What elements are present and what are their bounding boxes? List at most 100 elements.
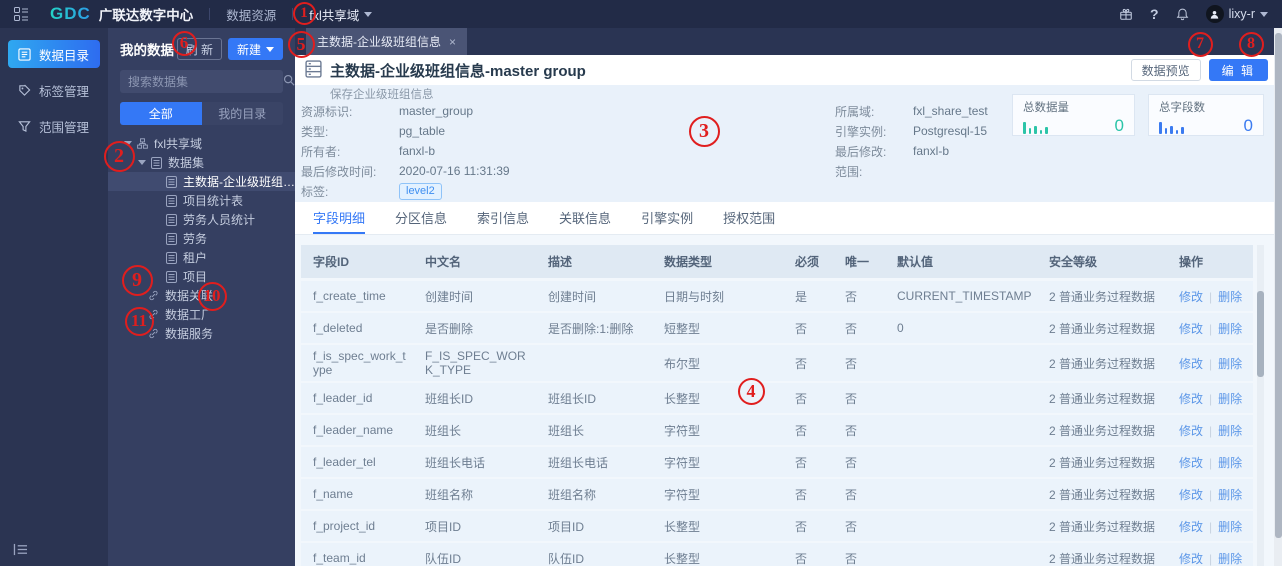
help-icon[interactable]: ? [1150,6,1159,22]
table-scrollbar[interactable] [1257,245,1264,566]
table-scrollbar-thumb[interactable] [1257,291,1264,377]
modify-link[interactable]: 修改 [1179,322,1203,336]
table-cell: 短整型 [664,321,701,336]
tab-item[interactable]: 索引信息 [477,202,529,234]
metadata-label: 最后修改时间: [301,164,377,179]
modify-link[interactable]: 修改 [1179,456,1203,470]
delete-link[interactable]: 删除 [1218,290,1242,304]
tab-item[interactable]: 引擎实例 [641,202,693,234]
tree-item-dataset[interactable]: 租户 [120,248,283,267]
modify-link[interactable]: 修改 [1179,392,1203,406]
domain-selector[interactable]: fxl共享域 [309,5,373,24]
modify-link[interactable]: 修改 [1179,290,1203,304]
sidebar-item-tag-management[interactable]: 标签管理 [8,76,100,104]
table-cell: 2 普通业务过程数据 [1049,356,1156,371]
table-cell: f_team_id [313,551,366,565]
gift-icon[interactable] [1119,7,1133,21]
delete-link[interactable]: 删除 [1218,456,1242,470]
modify-link[interactable]: 修改 [1179,552,1203,566]
dataset-icon [166,213,177,226]
tab-item[interactable]: 关联信息 [559,202,611,234]
bell-icon[interactable] [1176,7,1189,21]
filter-mine-tab[interactable]: 我的目录 [201,102,283,125]
metadata-label: 最后修改: [835,144,887,159]
table-cell: 否 [795,551,808,566]
stat-label: 总字段数 [1159,102,1205,114]
modify-link[interactable]: 修改 [1179,424,1203,438]
delete-link[interactable]: 删除 [1218,392,1242,406]
table-cell-actions: 修改 | 删除 [1167,546,1253,566]
table-cell: 否 [795,455,808,470]
dataset-search[interactable] [120,70,295,93]
edit-button[interactable]: 编 辑 [1208,59,1268,81]
table-cell [885,522,1037,530]
link-divider: | [1209,289,1213,304]
page-scrollbar-thumb[interactable] [1274,33,1282,538]
table-cell: 班组名称 [548,487,597,502]
metadata-label: 资源标识: [301,104,353,119]
search-input[interactable] [128,74,283,89]
tab-active[interactable]: 字段明细 [313,202,366,234]
delete-link[interactable]: 删除 [1218,520,1242,534]
sidebar-item-data-catalog[interactable]: 数据目录 [8,40,100,68]
tree-item-dataset[interactable]: 主数据-企业级班组信息 [108,172,295,191]
create-button[interactable]: 新建 [227,38,283,60]
modify-link[interactable]: 修改 [1179,520,1203,534]
modify-link[interactable]: 修改 [1179,488,1203,502]
data-preview-button[interactable]: 数据预览 [1130,59,1201,81]
table-cell: f_create_time [313,289,386,303]
table-cell [536,359,652,367]
tree-item-dataset[interactable]: 劳务人员统计 [120,210,283,229]
table-cell: 2 普通业务过程数据 [1049,487,1156,502]
sidebar-item-scope-management[interactable]: 范围管理 [8,112,100,140]
tree-item-dataset[interactable]: 项目统计表 [120,191,283,210]
tab-item[interactable]: 分区信息 [395,202,447,234]
table-cell: 班组长 [425,423,462,438]
table-cell: 2 普通业务过程数据 [1049,551,1156,566]
table-cell-actions: 修改 | 删除 [1167,418,1253,443]
close-icon[interactable]: × [449,35,456,49]
document-tab[interactable]: 主数据-企业级班组信息 × [306,28,468,55]
link-divider: | [1209,321,1213,336]
delete-link[interactable]: 删除 [1218,424,1242,438]
table-cell [885,359,1037,367]
table-row: f_name 班组名称 班组名称 字符型 否 否 2 普通业务过程数据 修改 | 删除 [301,479,1253,509]
table-cell-actions: 修改 | 删除 [1167,514,1253,539]
delete-link[interactable]: 删除 [1218,488,1242,502]
metadata-value: fanxl-b [399,144,436,158]
modify-link[interactable]: 修改 [1179,357,1203,371]
tag-chip[interactable]: level2 [399,182,442,200]
tree-item-dataset-group[interactable]: 数据集 [120,153,283,172]
dataset-icon [166,194,177,207]
dataset-icon [166,175,177,188]
table-cell: 否 [845,455,858,470]
filter-all-tab[interactable]: 全部 [120,102,202,125]
tree-item-domain-root[interactable]: fxl共享域 [120,134,283,153]
tab-item[interactable]: 授权范围 [723,202,775,234]
caret-down-icon[interactable] [138,160,146,165]
column-header: 安全等级 [1049,255,1098,269]
table-cell: 队伍ID [425,551,462,566]
apps-grid-icon[interactable] [14,7,28,21]
annotation-circle-3: 3 [688,115,720,147]
delete-link[interactable]: 删除 [1218,322,1242,336]
dataset-icon [166,251,177,264]
search-icon[interactable] [283,73,295,91]
tree-item-dataset[interactable]: 劳务 [120,229,283,248]
metadata-label: 范围: [835,164,863,179]
page-scrollbar[interactable] [1274,28,1282,566]
table-cell: F_IS_SPEC_WORK_TYPE [425,349,526,377]
table-cell: 否 [845,321,858,336]
delete-link[interactable]: 删除 [1218,552,1242,566]
table-cell: 否 [845,487,858,502]
table-cell: 班组长电话 [425,455,486,470]
table-cell: 否 [845,423,858,438]
collapse-sidebar-icon[interactable] [13,543,28,556]
user-menu[interactable]: lixy-r [1205,5,1268,23]
tree-item-label: 项目统计表 [183,194,244,208]
dataset-subtitle: 保存企业级班组信息 [330,89,434,101]
delete-link[interactable]: 删除 [1218,357,1242,371]
nav-data-resource[interactable]: 数据资源 [226,5,276,24]
link-divider: | [1209,551,1213,566]
table-cell: 字符型 [664,487,701,502]
